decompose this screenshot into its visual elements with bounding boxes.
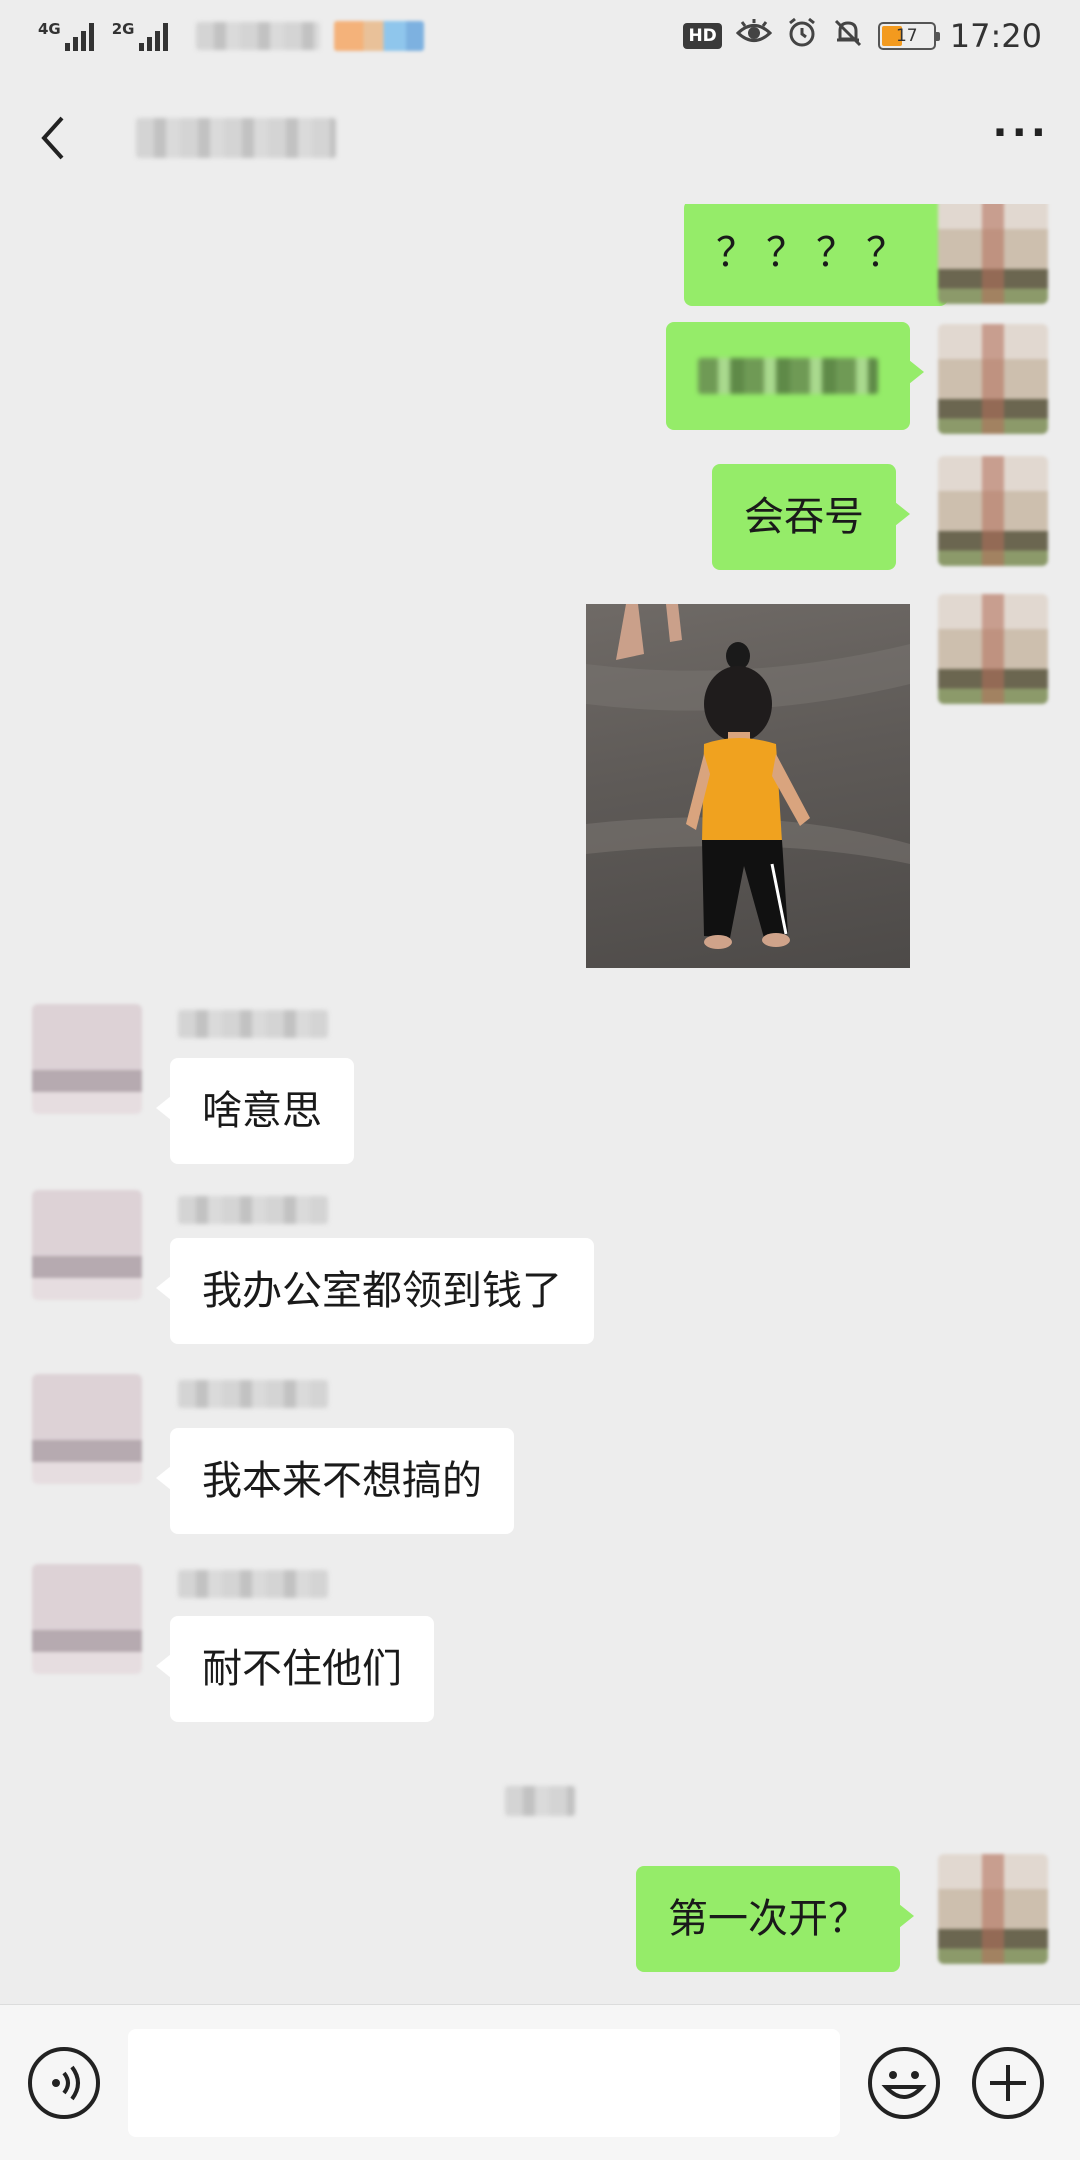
signal-bars-icon xyxy=(138,21,168,51)
battery-level: 17 xyxy=(895,26,918,46)
message-bubble-me[interactable] xyxy=(666,322,924,430)
message-bubble-them[interactable]: 我办公室都领到钱了 xyxy=(156,1238,594,1344)
signal-1-label: 4G xyxy=(38,20,61,38)
my-avatar[interactable] xyxy=(938,594,1048,704)
timestamp-blur xyxy=(505,1786,575,1816)
chat-area[interactable]: ？？？？ 会吞号 啥意思 我办公室都领到钱了 我本来不想搞的 耐不住他们 第一次… xyxy=(0,204,1080,2004)
sender-name-blur xyxy=(178,1570,328,1598)
clock: 17:20 xyxy=(949,17,1042,55)
voice-icon[interactable] xyxy=(26,2045,102,2121)
bell-muted-icon xyxy=(832,17,864,56)
status-bar: 4G 2G HD 17 17:20 xyxy=(0,0,1080,72)
signal-bars-icon xyxy=(64,21,94,51)
alarm-icon xyxy=(786,17,818,56)
chat-header: ··· xyxy=(0,72,1080,204)
message-bubble-me[interactable]: 第一次开？ xyxy=(636,1866,914,1972)
carrier-blur xyxy=(195,22,320,50)
message-bubble-them[interactable]: 啥意思 xyxy=(156,1058,354,1164)
contact-avatar[interactable] xyxy=(32,1190,142,1300)
back-chevron-icon[interactable] xyxy=(30,108,74,168)
contact-avatar[interactable] xyxy=(32,1374,142,1484)
battery-icon: 17 xyxy=(877,22,940,50)
contact-name-blur xyxy=(136,118,336,158)
emoji-icon[interactable] xyxy=(866,2045,942,2121)
eye-icon xyxy=(735,18,772,55)
my-avatar[interactable] xyxy=(938,456,1048,566)
message-bubble-them[interactable]: 耐不住他们 xyxy=(156,1616,434,1722)
signal-2-label: 2G xyxy=(111,20,135,38)
contact-avatar[interactable] xyxy=(32,1564,142,1674)
notification-icons-blur xyxy=(333,21,424,51)
hd-badge: HD xyxy=(683,23,722,49)
more-options-icon[interactable]: ··· xyxy=(992,113,1050,153)
sender-name-blur xyxy=(178,1380,328,1408)
input-bar xyxy=(0,2004,1080,2160)
sender-name-blur xyxy=(178,1196,328,1224)
blurred-text xyxy=(698,358,878,394)
signal-2: 2G xyxy=(112,21,168,51)
plus-icon[interactable] xyxy=(970,2045,1046,2121)
message-bubble-me[interactable]: 会吞号 xyxy=(712,464,910,570)
my-avatar[interactable] xyxy=(938,324,1048,434)
photo-child-image[interactable] xyxy=(586,604,910,968)
sender-name-blur xyxy=(178,1010,328,1038)
message-bubble-me[interactable]: ？？？？ xyxy=(684,204,962,306)
signal-1: 4G xyxy=(38,21,94,51)
my-avatar[interactable] xyxy=(938,204,1048,304)
message-bubble-them[interactable]: 我本来不想搞的 xyxy=(156,1428,514,1534)
my-avatar[interactable] xyxy=(938,1854,1048,1964)
message-input[interactable] xyxy=(128,2028,840,2137)
contact-avatar[interactable] xyxy=(32,1004,142,1114)
